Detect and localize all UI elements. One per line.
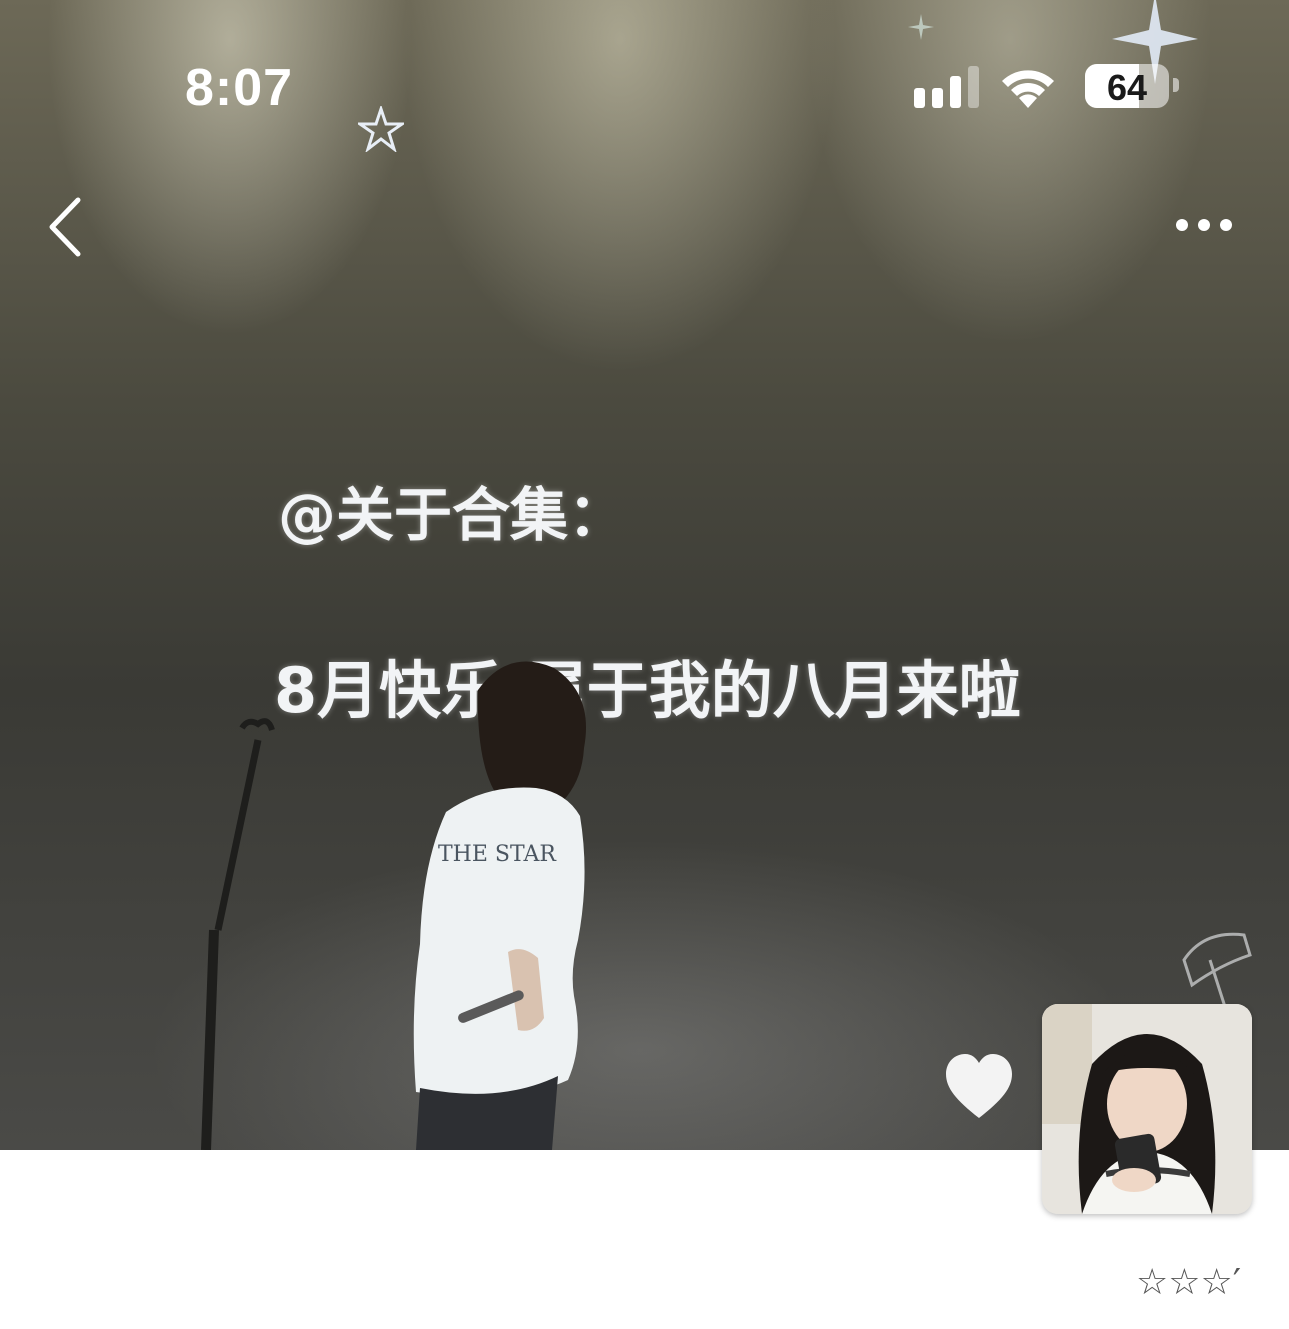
heart-icon xyxy=(946,1054,1012,1118)
author-avatar[interactable] xyxy=(1042,1004,1252,1214)
post-image[interactable]: 8:07 64 @关于合集： 8月快乐 属于我的八月来啦 THE STAR xyxy=(0,0,1289,1150)
stage-scene xyxy=(201,661,1252,1150)
avatar-image xyxy=(1042,1004,1252,1214)
shirt-print-text: THE STAR xyxy=(438,842,556,867)
performer-shirt xyxy=(413,787,585,1097)
guitar-headstock xyxy=(1182,932,1252,1011)
mic-stand xyxy=(201,718,275,1150)
rating-stars: ☆☆☆′ xyxy=(1136,1262,1241,1303)
like-button[interactable] xyxy=(944,1052,1014,1120)
